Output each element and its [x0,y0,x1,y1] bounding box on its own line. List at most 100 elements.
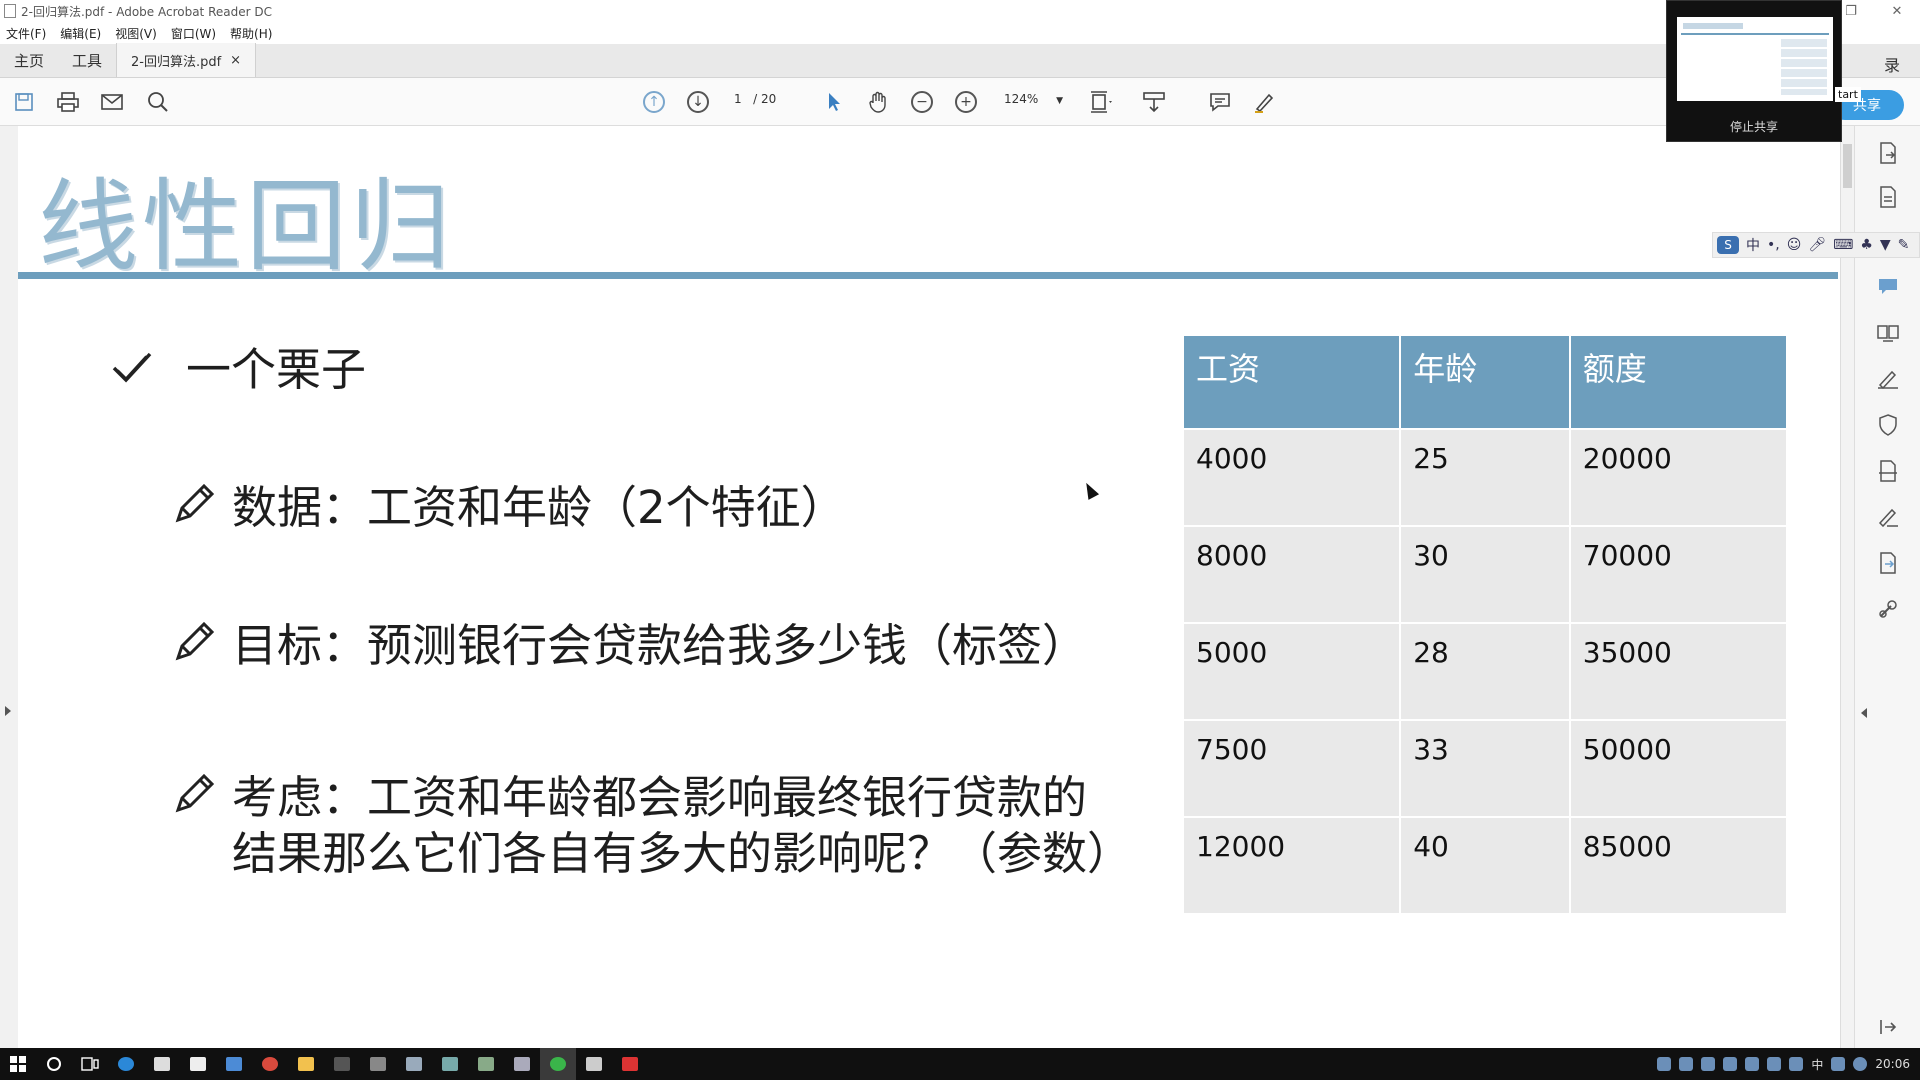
combine-files-icon[interactable] [1875,320,1901,346]
app-icon-1[interactable] [216,1048,252,1080]
file-explorer-icon[interactable] [288,1048,324,1080]
table-cell: 12000 [1184,818,1400,915]
title-divider [18,272,1838,279]
search-icon[interactable] [144,88,172,116]
pencil-icon [175,773,215,813]
create-pdf-icon[interactable] [1875,184,1901,210]
checkmark-icon [112,352,152,383]
close-window-button[interactable]: ✕ [1874,0,1920,22]
shirt-icon[interactable]: ▼ [1880,237,1891,253]
chrome-icon[interactable] [252,1048,288,1080]
page-indicator: 1 / 20 [734,92,776,106]
microphone-icon[interactable]: 🎤︎ [1808,237,1826,253]
avatar[interactable] [1853,1057,1868,1071]
scroll-mode-icon[interactable] [1140,88,1168,116]
send-for-review-icon[interactable] [1875,550,1901,576]
store-icon[interactable] [144,1048,180,1080]
app-icon-3[interactable] [396,1048,432,1080]
bullet-consider-line1: 考虑：工资和年龄都会影响最终银行贷款的 [232,771,1088,824]
collapse-panel-arrow-icon[interactable] [1861,708,1867,718]
menu-help[interactable]: 帮助(H) [230,25,272,42]
wechat-icon[interactable] [540,1048,576,1080]
data-table: 工资 年龄 额度 4000 25 20000 8000 30 70000 500… [1182,336,1788,915]
share-start-label: tart [1835,87,1861,102]
tray-app-icon[interactable] [1745,1057,1760,1071]
save-icon[interactable] [10,88,38,116]
left-panel-toggle[interactable] [0,126,18,1048]
tab-document[interactable]: 2-回归算法.pdf × [116,43,257,77]
table-cell: 30 [1401,527,1569,624]
tab-close-icon[interactable]: × [230,53,241,68]
hide-panel-icon[interactable] [1875,1014,1901,1040]
tray-app-icon[interactable] [1679,1057,1694,1071]
print-icon[interactable] [54,88,82,116]
edit-pdf-icon[interactable] [1875,504,1901,530]
zoom-out-icon[interactable]: − [908,88,936,116]
terminal-icon[interactable] [324,1048,360,1080]
volume-icon[interactable] [1789,1057,1804,1071]
menu-view[interactable]: 视图(V) [115,25,157,42]
zoom-in-icon[interactable]: + [952,88,980,116]
comment-icon[interactable] [1206,88,1234,116]
table-cell: 40 [1401,818,1569,915]
app-icon-7[interactable] [576,1048,612,1080]
table-header-cell: 工资 [1184,336,1400,430]
mail-icon[interactable] [180,1048,216,1080]
tab-home[interactable]: 主页 [0,43,58,77]
skin-icon[interactable]: ♣ [1860,237,1873,253]
page-current-input[interactable]: 1 [734,92,742,106]
windows-start-icon[interactable] [0,1048,36,1080]
edge-browser-icon[interactable] [108,1048,144,1080]
keyboard-icon[interactable]: ⌨ [1833,237,1853,253]
tray-app-icon[interactable] [1701,1057,1716,1071]
zoom-select[interactable]: 124% ▼ [1004,92,1063,106]
ime-language-toggle[interactable]: 中 [1746,235,1760,255]
table-cell: 50000 [1570,721,1786,818]
scan-ocr-icon[interactable] [1875,458,1901,484]
input-language[interactable]: 中 [1811,1056,1823,1073]
highlight-pen-icon[interactable] [1250,88,1278,116]
stop-sharing-button[interactable]: 停止共享 [1667,118,1841,135]
menu-window[interactable]: 窗口(W) [171,25,216,42]
tray-app-icon[interactable] [1723,1057,1738,1071]
right-tools-panel [1854,126,1920,1048]
chevron-down-icon: ▼ [1056,96,1064,106]
app-icon-5[interactable] [468,1048,504,1080]
vertical-scrollbar[interactable] [1840,126,1854,1048]
fill-sign-icon[interactable] [1875,366,1901,392]
next-page-icon[interactable]: ↓ [684,88,712,116]
bullet-data: 数据：工资和年龄（2个特征） [232,481,846,534]
tab-tools[interactable]: 工具 [58,43,116,77]
task-view-icon[interactable] [72,1048,108,1080]
sogou-tray-icon[interactable] [1831,1057,1846,1071]
ime-punctuation-toggle[interactable]: •, [1767,237,1780,253]
table-cell: 85000 [1570,818,1786,915]
menu-edit[interactable]: 编辑(E) [60,25,101,42]
prev-page-icon[interactable]: ↑ [640,88,668,116]
more-tools-icon[interactable] [1875,596,1901,622]
app-icon-6[interactable] [504,1048,540,1080]
tab-document-label: 2-回归算法.pdf [131,54,222,70]
acrobat-icon[interactable] [612,1048,648,1080]
fit-page-icon[interactable] [1088,88,1116,116]
hand-tool-icon[interactable] [864,88,892,116]
protect-shield-icon[interactable] [1875,412,1901,438]
tray-app-icon[interactable] [1657,1057,1672,1071]
app-icon-4[interactable] [432,1048,468,1080]
email-icon[interactable] [98,88,126,116]
cortana-search-icon[interactable] [36,1048,72,1080]
wrench-icon[interactable]: ✎ [1898,237,1910,253]
scrollbar-thumb[interactable] [1843,144,1852,188]
network-icon[interactable] [1767,1057,1782,1071]
export-pdf-icon[interactable] [1875,140,1901,166]
select-cursor-icon[interactable] [820,88,848,116]
page-total: / 20 [753,92,777,106]
comment-panel-icon[interactable] [1875,274,1901,300]
app-icon-2[interactable] [360,1048,396,1080]
emoji-icon[interactable]: ☺ [1787,237,1802,253]
menu-file[interactable]: 文件(F) [6,25,46,42]
clock[interactable]: 20:06 [1875,1057,1910,1071]
table-row: 12000 40 85000 [1184,818,1786,915]
sogou-logo-icon[interactable]: S [1717,236,1739,254]
table-cell: 70000 [1570,527,1786,624]
